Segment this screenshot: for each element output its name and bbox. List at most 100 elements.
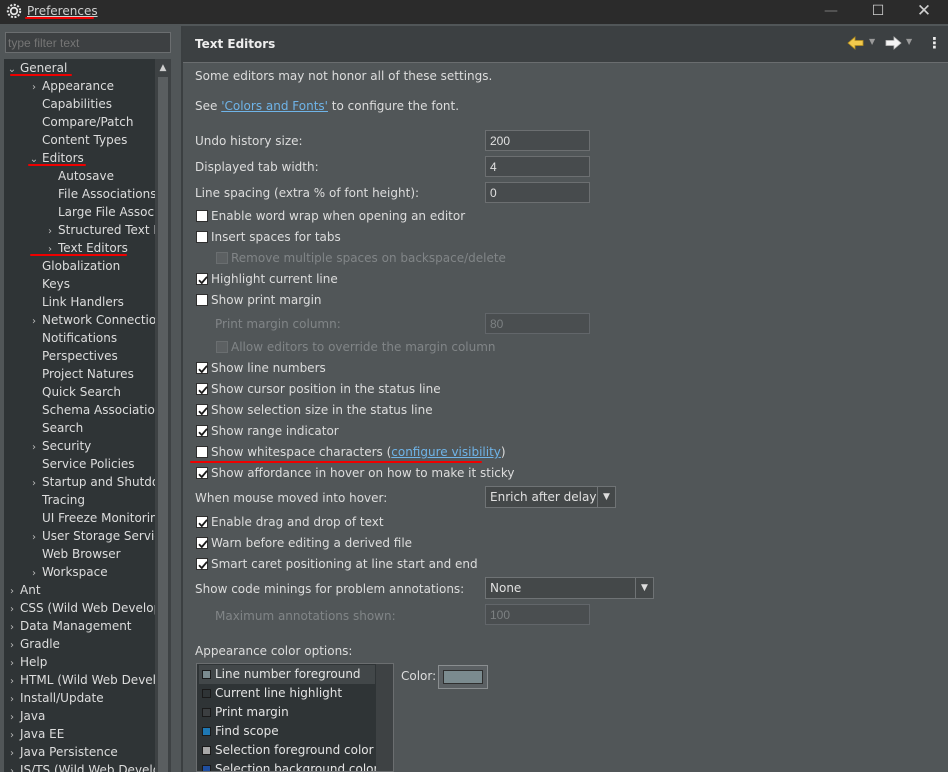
back-arrow-icon[interactable] <box>847 35 865 51</box>
tree-item[interactable]: Globalization <box>28 257 120 275</box>
close-button[interactable]: ✕ <box>909 2 939 22</box>
view-menu-icon[interactable]: ⋮ <box>927 35 942 51</box>
tree-item[interactable]: UI Freeze Monitoring <box>28 509 155 527</box>
tree-item[interactable]: › Install/Update <box>6 689 104 707</box>
tree-item[interactable]: › Java EE <box>6 725 64 743</box>
color-option-item[interactable]: Line number foreground <box>199 665 375 684</box>
color-option-item[interactable]: Selection foreground color <box>199 741 375 760</box>
tree-item-label: Capabilities <box>42 97 112 111</box>
tree-item[interactable]: ›JS/TS (Wild Web Developer) <box>6 761 155 772</box>
tree-item[interactable]: Large File Associations <box>44 203 155 221</box>
tree-item[interactable]: File Associations <box>44 185 155 203</box>
tree-item-label: User Storage Service <box>42 529 155 543</box>
affordance-checkbox[interactable] <box>196 467 208 479</box>
expanded-chevron-icon[interactable]: ⌄ <box>28 151 40 169</box>
forward-arrow-icon[interactable] <box>884 35 902 51</box>
line-numbers-checkbox[interactable] <box>196 362 208 374</box>
tree-item[interactable]: Notifications <box>28 329 117 347</box>
tree-item[interactable]: ›HTML (Wild Web Developer) <box>6 671 155 689</box>
tree-item[interactable]: › Help <box>6 653 47 671</box>
color-option-item[interactable]: Current line highlight <box>199 684 375 703</box>
whitespace-checkbox[interactable] <box>196 446 208 458</box>
tree-item[interactable]: ›Startup and Shutdown <box>28 473 155 491</box>
tree-item[interactable]: Content Types <box>28 131 127 149</box>
tree-item[interactable]: › Data Management <box>6 617 132 635</box>
preference-page: Text Editors ▼ ▼ ⋮ Some editors may not … <box>183 26 948 772</box>
tree-scrollbar[interactable]: ▲ <box>155 59 171 772</box>
smart-caret-checkbox[interactable] <box>196 558 208 570</box>
tree-item[interactable]: ›User Storage Service <box>28 527 155 545</box>
tree-item[interactable]: ›Structured Text Editors <box>44 221 155 239</box>
undo-history-field[interactable] <box>485 130 590 151</box>
tree-item[interactable]: › Security <box>28 437 91 455</box>
selection-size-checkbox[interactable] <box>196 404 208 416</box>
word-wrap-checkbox[interactable] <box>196 210 208 222</box>
tree-item[interactable]: Perspectives <box>28 347 118 365</box>
page-title: Text Editors <box>195 37 276 51</box>
tree-item[interactable]: Project Natures <box>28 365 134 383</box>
forward-dropdown-icon[interactable]: ▼ <box>906 37 912 46</box>
back-dropdown-icon[interactable]: ▼ <box>869 37 875 46</box>
tree-item[interactable]: › Java <box>6 707 45 725</box>
chevron-down-icon[interactable]: ▼ <box>635 578 653 598</box>
highlight-line-checkbox[interactable] <box>196 273 208 285</box>
annotation-underline-whitespace <box>190 461 482 463</box>
color-label: Color: <box>401 669 437 683</box>
scroll-up-icon[interactable]: ▲ <box>157 62 169 74</box>
tree-item-label: Service Policies <box>42 457 135 471</box>
configure-visibility-link[interactable]: configure visibility <box>391 445 501 459</box>
tree-item[interactable]: Service Policies <box>28 455 135 473</box>
print-margin-column-field[interactable] <box>485 313 590 334</box>
colors-and-fonts-link[interactable]: 'Colors and Fonts' <box>221 99 328 113</box>
color-options-list[interactable]: Line number foreground Current line highl… <box>196 663 377 772</box>
tree-item[interactable]: › Gradle <box>6 635 60 653</box>
color-option-item[interactable]: Selection background color <box>199 760 376 771</box>
chevron-down-icon[interactable]: ▼ <box>597 487 615 507</box>
allow-override-checkbox[interactable] <box>216 341 228 353</box>
drag-drop-checkbox[interactable] <box>196 516 208 528</box>
tree-item[interactable]: Quick Search <box>28 383 121 401</box>
tree-item[interactable]: › Ant <box>6 581 41 599</box>
tree-item[interactable]: ›Network Connections <box>28 311 155 329</box>
checkmark-icon <box>198 540 208 549</box>
warn-derived-checkbox[interactable] <box>196 537 208 549</box>
tree-item[interactable]: Web Browser <box>28 545 121 563</box>
tree-item[interactable]: Link Handlers <box>28 293 124 311</box>
collapsed-chevron-icon[interactable]: › <box>6 763 18 772</box>
tree-item[interactable]: › Java Persistence <box>6 743 118 761</box>
hover-mode-select[interactable]: Enrich after delay ▼ <box>485 486 616 508</box>
cursor-position-checkbox[interactable] <box>196 383 208 395</box>
tree-item[interactable]: › Appearance <box>28 77 114 95</box>
header-separator <box>183 62 948 63</box>
remove-spaces-checkbox[interactable] <box>216 252 228 264</box>
print-margin-checkbox[interactable] <box>196 294 208 306</box>
minimize-button[interactable]: — <box>816 2 846 22</box>
color-picker-button[interactable] <box>438 665 488 689</box>
range-indicator-checkbox[interactable] <box>196 425 208 437</box>
hover-label: When mouse moved into hover: <box>195 491 388 505</box>
tree-item[interactable]: ›CSS (Wild Web Developer) <box>6 599 155 617</box>
max-annotations-field[interactable] <box>485 604 590 625</box>
code-minings-select[interactable]: None ▼ <box>485 577 654 599</box>
maximize-button[interactable]: ☐ <box>863 2 893 22</box>
filter-input[interactable] <box>5 32 171 53</box>
tree-item[interactable]: Capabilities <box>28 95 112 113</box>
tree-item[interactable]: Schema Associations <box>28 401 155 419</box>
tree-item-label: Java EE <box>20 727 65 741</box>
scroll-thumb[interactable] <box>158 77 168 772</box>
tree-item[interactable]: Keys <box>28 275 70 293</box>
color-option-item[interactable]: Find scope <box>199 722 375 741</box>
insert-spaces-checkbox[interactable] <box>196 231 208 243</box>
tree-item-label: Help <box>20 655 48 669</box>
line-spacing-field[interactable] <box>485 182 590 203</box>
tree-item[interactable]: › Workspace <box>28 563 108 581</box>
tab-width-field[interactable] <box>485 156 590 177</box>
tree-item-label: Search <box>42 421 84 435</box>
color-list-scrollbar[interactable] <box>376 663 394 772</box>
expanded-chevron-icon[interactable]: ⌄ <box>6 61 18 79</box>
tree-item[interactable]: Autosave <box>44 167 114 185</box>
tree-item[interactable]: Tracing <box>28 491 85 509</box>
tree-item[interactable]: Search <box>28 419 83 437</box>
color-option-item[interactable]: Print margin <box>199 703 375 722</box>
tree-item[interactable]: Compare/Patch <box>28 113 133 131</box>
